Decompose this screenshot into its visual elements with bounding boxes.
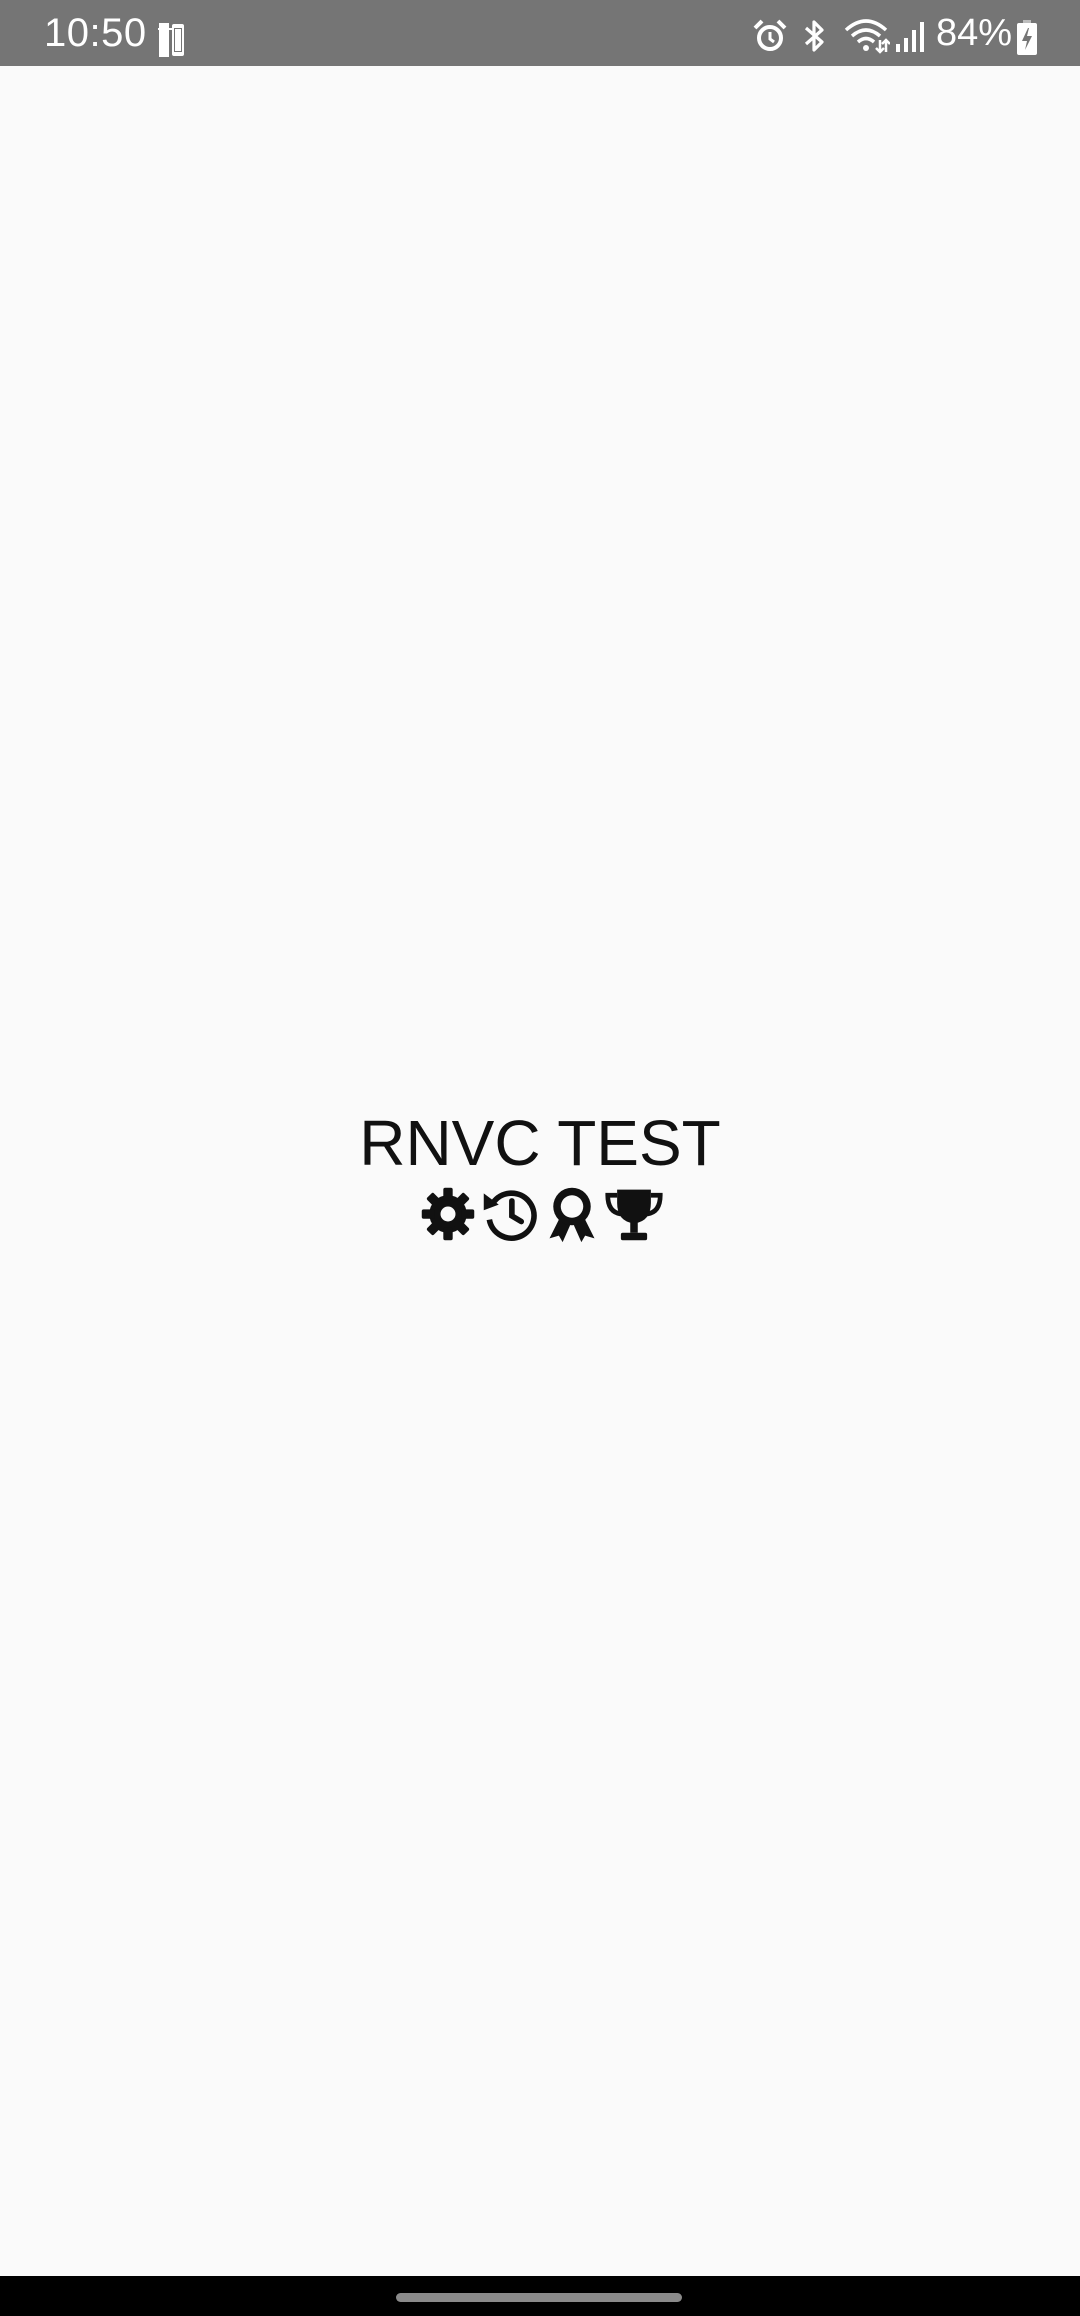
- home-indicator[interactable]: [396, 2293, 682, 2302]
- battery-charging-icon: [1017, 20, 1037, 55]
- status-time: 10:50: [44, 11, 147, 55]
- main-content: RNVC TEST: [0, 66, 1080, 2276]
- alarm-icon: [753, 19, 787, 51]
- bluetooth-icon: [804, 20, 824, 52]
- trophy-icon[interactable]: [604, 1184, 664, 1244]
- app-title: RNVC TEST: [359, 1107, 721, 1179]
- history-icon[interactable]: [480, 1184, 540, 1244]
- wifi-icon: [844, 19, 890, 54]
- status-bar: 10:50 84%: [0, 0, 1080, 66]
- battery-percent: 84%: [936, 12, 1013, 54]
- award-icon[interactable]: [542, 1184, 602, 1244]
- navigation-bar: [0, 2276, 1080, 2316]
- signal-icon: [896, 22, 924, 52]
- phone-rotate-icon: [158, 23, 184, 57]
- icon-row: [418, 1182, 664, 1246]
- gear-icon[interactable]: [418, 1184, 478, 1244]
